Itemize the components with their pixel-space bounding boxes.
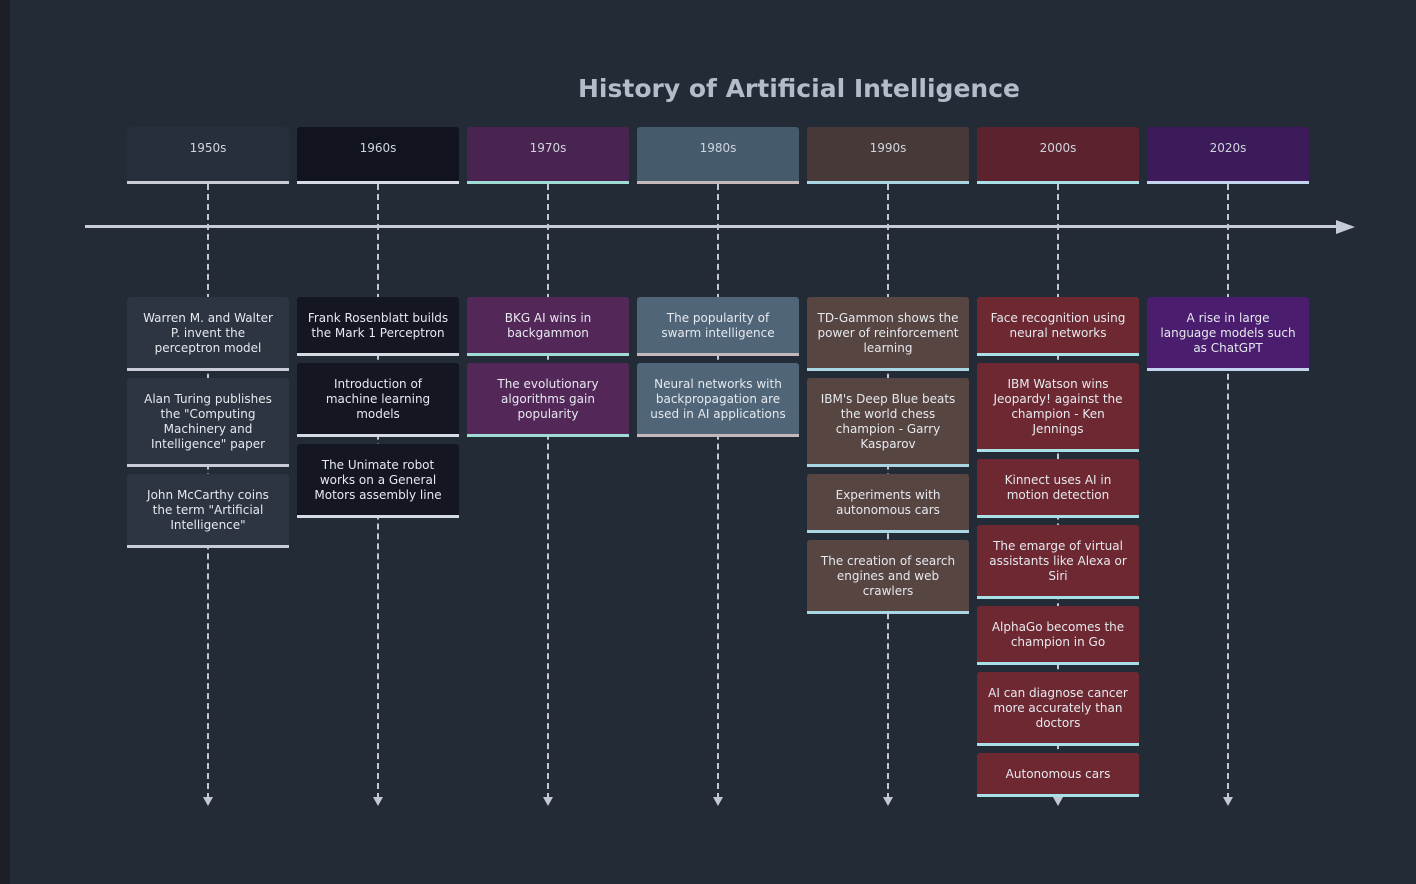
event-list: Face recognition using neural networks IB… [977,297,1139,797]
event-card: Warren M. and Walter P. invent the perce… [127,297,289,371]
event-card: Kinnect uses AI in motion detection [977,459,1139,518]
event-card: The Unimate robot works on a General Mot… [297,444,459,518]
connector-arrow-head [713,797,723,806]
section-header: 1980s [637,127,799,184]
event-card: The emarge of virtual assistants like Al… [977,525,1139,599]
event-card: The creation of search engines and web c… [807,540,969,614]
connector-arrow-head [1053,797,1063,806]
event-list: TD-Gammon shows the power of reinforceme… [807,297,969,614]
event-list: A rise in large language models such as … [1147,297,1309,371]
section-1970s: 1970s BKG AI wins in backgammon The evolut… [467,127,629,806]
section-1960s: 1960s Frank Rosenblatt builds the Mark 1 … [297,127,459,806]
event-card: John McCarthy coins the term "Artificial… [127,474,289,548]
event-card: AlphaGo becomes the champion in Go [977,606,1139,665]
event-card: AI can diagnose cancer more accurately t… [977,672,1139,746]
section-header: 1950s [127,127,289,184]
event-card: The popularity of swarm intelligence [637,297,799,356]
event-list: Warren M. and Walter P. invent the perce… [127,297,289,548]
section-1990s: 1990s TD-Gammon shows the power of reinfo… [807,127,969,806]
section-header: 1960s [297,127,459,184]
section-header: 2000s [977,127,1139,184]
event-card: IBM's Deep Blue beats the world chess ch… [807,378,969,467]
event-list: BKG AI wins in backgammon The evolutionar… [467,297,629,437]
section-2020s: 2020s A rise in large language models suc… [1147,127,1309,806]
event-card: A rise in large language models such as … [1147,297,1309,371]
window-edge [0,0,10,884]
connector-arrow-head [203,797,213,806]
section-1950s: 1950s Warren M. and Walter P. invent the … [127,127,289,806]
event-card: Frank Rosenblatt builds the Mark 1 Perce… [297,297,459,356]
event-card: Introduction of machine learning models [297,363,459,437]
event-card: Neural networks with backpropagation are… [637,363,799,437]
event-card: TD-Gammon shows the power of reinforceme… [807,297,969,371]
connector-arrow-head [373,797,383,806]
event-list: Frank Rosenblatt builds the Mark 1 Perce… [297,297,459,518]
connector-arrow-head [1223,797,1233,806]
section-connector-line [1227,184,1229,799]
connector-arrow-head [883,797,893,806]
event-card: Face recognition using neural networks [977,297,1139,356]
section-header: 1990s [807,127,969,184]
section-2000s: 2000s Face recognition using neural netwo… [977,127,1139,806]
section-1980s: 1980s The popularity of swarm intelligenc… [637,127,799,806]
timeline-axis [85,225,1340,228]
section-connector-line [547,184,549,799]
event-card: Autonomous cars [977,753,1139,797]
diagram-title: History of Artificial Intelligence [578,74,1020,103]
event-card: The evolutionary algorithms gain popular… [467,363,629,437]
section-header: 1970s [467,127,629,184]
section-header: 2020s [1147,127,1309,184]
event-card: Experiments with autonomous cars [807,474,969,533]
event-card: Alan Turing publishes the "Computing Mac… [127,378,289,467]
connector-arrow-head [543,797,553,806]
section-connector-line [717,184,719,799]
event-card: IBM Watson wins Jeopardy! against the ch… [977,363,1139,452]
timeline-arrow-head [1336,220,1355,234]
event-card: BKG AI wins in backgammon [467,297,629,356]
event-list: The popularity of swarm intelligence Neur… [637,297,799,437]
